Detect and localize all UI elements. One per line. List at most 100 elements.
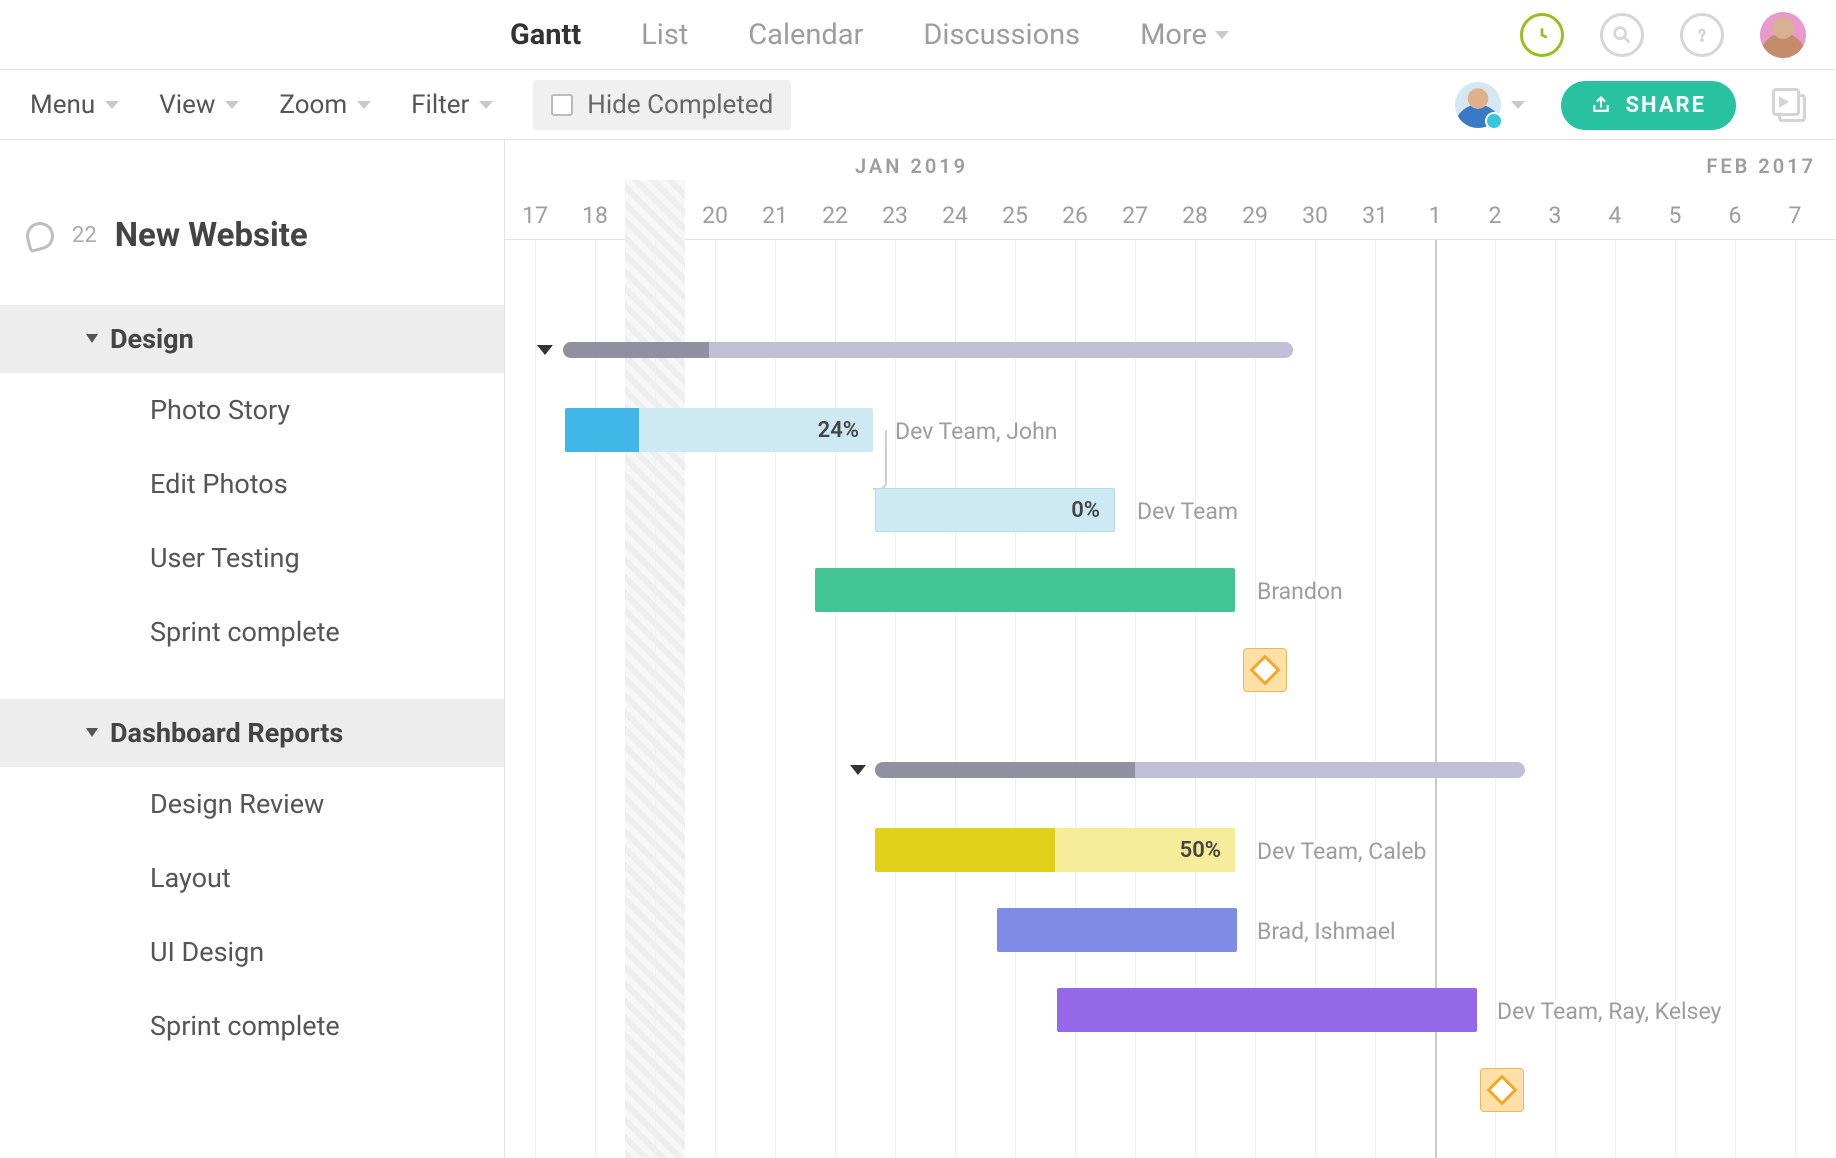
day-column: 7: [1765, 202, 1825, 229]
share-label: SHARE: [1625, 93, 1706, 118]
task-row[interactable]: UI Design: [0, 915, 504, 989]
filter-dropdown[interactable]: Filter: [411, 90, 493, 120]
chevron-down-icon: [86, 334, 98, 343]
assignee-label: Dev Team, John: [895, 418, 1057, 445]
view-label: View: [159, 90, 215, 120]
view-dropdown[interactable]: View: [159, 90, 239, 120]
project-owner-chip[interactable]: [1455, 82, 1525, 128]
assignee-label: Brandon: [1257, 578, 1343, 605]
chevron-down-icon: [1511, 101, 1525, 109]
tab-calendar[interactable]: Calendar: [748, 18, 863, 52]
task-bar-user-testing[interactable]: [815, 568, 1235, 612]
search-icon[interactable]: [1600, 13, 1644, 57]
summary-bar-design[interactable]: [563, 342, 1293, 358]
assignee-label: Dev Team, Caleb: [1257, 838, 1426, 865]
day-column: 5: [1645, 202, 1705, 229]
summary-bar-dashboard[interactable]: [875, 762, 1525, 778]
day-column: 6: [1705, 202, 1765, 229]
comment-count: 22: [72, 223, 97, 248]
gantt-chart[interactable]: JAN 2019 FEB 2017 1718192021222324252627…: [505, 140, 1836, 1158]
progress-label: 24%: [818, 418, 859, 443]
hide-completed-toggle[interactable]: Hide Completed: [533, 80, 791, 130]
day-column: 17: [505, 202, 565, 229]
day-column: 30: [1285, 202, 1345, 229]
chevron-down-icon: [357, 101, 371, 109]
task-row[interactable]: Edit Photos: [0, 447, 504, 521]
hide-completed-label: Hide Completed: [587, 90, 773, 120]
month-label: JAN 2019: [855, 154, 968, 178]
toolbar: Menu View Zoom Filter Hide Completed SHA…: [0, 70, 1836, 140]
tab-discussions[interactable]: Discussions: [923, 18, 1080, 52]
day-column: 1: [1405, 202, 1465, 229]
current-user-avatar[interactable]: [1760, 12, 1806, 58]
day-column: 27: [1105, 202, 1165, 229]
timeline-header: JAN 2019 FEB 2017 1718192021222324252627…: [505, 140, 1836, 240]
task-bar-photo-story[interactable]: 24%: [565, 408, 873, 452]
chevron-down-icon: [225, 101, 239, 109]
day-column: 31: [1345, 202, 1405, 229]
share-icon: [1591, 95, 1611, 115]
day-column: 20: [685, 202, 745, 229]
help-icon[interactable]: [1680, 13, 1724, 57]
filter-label: Filter: [411, 90, 469, 120]
main-area: 22 New Website Design Photo Story Edit P…: [0, 140, 1836, 1158]
day-numbers: 1718192021222324252627282930311234567: [505, 202, 1836, 229]
task-bar-layout[interactable]: [997, 908, 1237, 952]
task-row[interactable]: Photo Story: [0, 373, 504, 447]
assignee-label: Dev Team: [1137, 498, 1238, 525]
group-design[interactable]: Design: [0, 305, 504, 373]
month-label: FEB 2017: [1706, 154, 1816, 178]
menu-dropdown[interactable]: Menu: [30, 90, 119, 120]
task-bar-ui-design[interactable]: [1057, 988, 1477, 1032]
day-column: 23: [865, 202, 925, 229]
progress-label: 50%: [1180, 838, 1221, 863]
task-sidebar: 22 New Website Design Photo Story Edit P…: [0, 140, 505, 1158]
view-tabs-bar: Gantt List Calendar Discussions More: [0, 0, 1836, 70]
chevron-down-icon: [105, 101, 119, 109]
day-column: 21: [745, 202, 805, 229]
task-row[interactable]: Layout: [0, 841, 504, 915]
clock-icon[interactable]: [1520, 13, 1564, 57]
tab-more-label: More: [1140, 18, 1207, 52]
task-row[interactable]: Design Review: [0, 767, 504, 841]
collapse-icon[interactable]: [537, 345, 553, 355]
group-label: Design: [110, 323, 194, 355]
tab-list[interactable]: List: [641, 18, 688, 52]
chevron-down-icon: [479, 101, 493, 109]
share-button[interactable]: SHARE: [1561, 81, 1736, 130]
assignee-label: Dev Team, Ray, Kelsey: [1497, 998, 1721, 1025]
comment-icon: [23, 218, 57, 252]
task-row[interactable]: Sprint complete: [0, 595, 504, 669]
day-column: 28: [1165, 202, 1225, 229]
group-dashboard-reports[interactable]: Dashboard Reports: [0, 699, 504, 767]
day-column: 24: [925, 202, 985, 229]
task-row[interactable]: Sprint complete: [0, 989, 504, 1063]
milestone-sprint-complete[interactable]: [1480, 1068, 1524, 1112]
day-column: 18: [565, 202, 625, 229]
milestone-sprint-complete[interactable]: [1243, 648, 1287, 692]
project-title: New Website: [115, 216, 308, 255]
chevron-down-icon: [86, 728, 98, 737]
assignee-label: Brad, Ishmael: [1257, 918, 1396, 945]
day-column: 29: [1225, 202, 1285, 229]
day-column: 22: [805, 202, 865, 229]
task-row[interactable]: User Testing: [0, 521, 504, 595]
day-column: 2: [1465, 202, 1525, 229]
day-column: 4: [1585, 202, 1645, 229]
progress-label: 0%: [1071, 498, 1100, 523]
collapse-icon[interactable]: [850, 765, 866, 775]
day-column: 25: [985, 202, 1045, 229]
presentation-icon[interactable]: [1772, 88, 1806, 122]
day-column: 3: [1525, 202, 1585, 229]
zoom-dropdown[interactable]: Zoom: [279, 90, 371, 120]
task-bar-edit-photos[interactable]: 0%: [875, 488, 1115, 532]
project-header[interactable]: 22 New Website: [0, 196, 504, 275]
zoom-label: Zoom: [279, 90, 347, 120]
group-label: Dashboard Reports: [110, 717, 343, 749]
checkbox-icon: [551, 94, 573, 116]
menu-label: Menu: [30, 90, 95, 120]
tab-more[interactable]: More: [1140, 18, 1229, 52]
chevron-down-icon: [1215, 31, 1229, 39]
task-bar-design-review[interactable]: 50%: [875, 828, 1235, 872]
tab-gantt[interactable]: Gantt: [510, 18, 581, 52]
